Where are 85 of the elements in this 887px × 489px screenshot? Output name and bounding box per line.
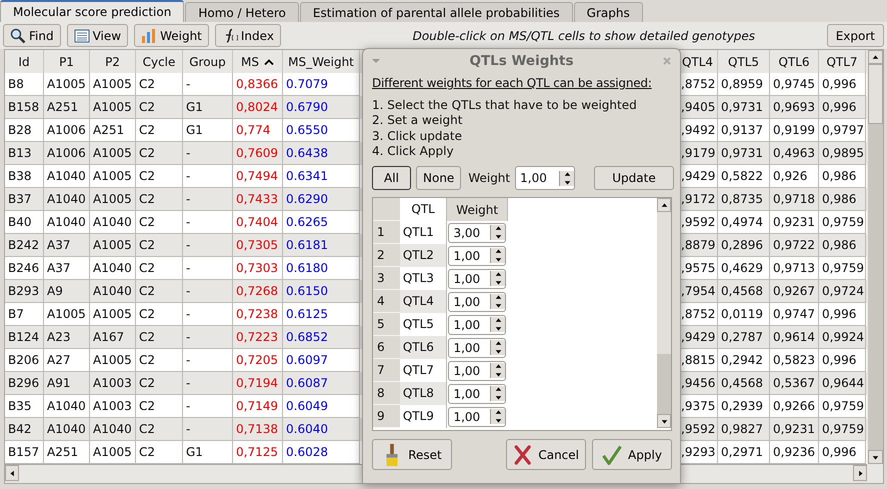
toolbar-button[interactable]: Index xyxy=(214,24,281,47)
dialog-title: QTLs Weights xyxy=(468,53,574,69)
hint-text: Double-click on MS/QTL cells to show detailed genotypes xyxy=(412,28,756,42)
right-arrow-icon xyxy=(856,470,864,476)
instruction-step: 4. Click Apply xyxy=(372,144,674,160)
row-number: 2 xyxy=(373,244,400,268)
select-button[interactable]: None xyxy=(416,166,462,190)
list-icon xyxy=(74,28,90,44)
scrollbar-thumb[interactable] xyxy=(657,354,671,414)
down-arrow-icon xyxy=(872,454,879,460)
weight-label: Weight xyxy=(468,171,510,186)
up-arrow-icon xyxy=(494,248,502,256)
tab[interactable]: Homo / Hetero xyxy=(185,2,299,22)
row-number: 8 xyxy=(373,382,400,406)
row-number: 6 xyxy=(373,336,400,360)
instruction-step: 2. Set a weight xyxy=(372,113,674,129)
up-arrow-icon xyxy=(494,225,502,232)
select-button[interactable]: All xyxy=(372,166,411,190)
down-arrow-icon xyxy=(494,394,502,402)
instruction-step: 3. Click update xyxy=(372,128,674,144)
down-arrow-icon xyxy=(494,279,502,286)
up-arrow-icon xyxy=(494,363,502,370)
down-arrow-icon xyxy=(494,348,502,356)
cross-icon xyxy=(513,442,532,467)
weight-spinbox[interactable]: 1,00 xyxy=(448,338,506,358)
tab[interactable]: Graphs xyxy=(574,2,643,22)
up-arrow-icon xyxy=(872,54,879,60)
down-arrow-icon xyxy=(494,325,502,332)
tab[interactable]: Estimation of parental allele probabilities xyxy=(300,2,573,22)
weight-spinbox[interactable]: 1,00 xyxy=(448,268,506,289)
row-number: 7 xyxy=(373,359,400,382)
search-icon xyxy=(10,28,26,44)
tab[interactable]: Molecular score prediction xyxy=(0,0,184,22)
scrollbar-thumb[interactable] xyxy=(868,64,883,124)
up-arrow-icon xyxy=(494,317,502,324)
up-arrow-icon xyxy=(494,340,502,348)
column-header[interactable]: QTL xyxy=(400,198,448,222)
vertical-scrollbar[interactable] xyxy=(657,198,671,428)
row-number: 9 xyxy=(373,405,400,428)
reset-button[interactable]: Reset xyxy=(372,439,452,470)
intro-text: Different weights for each QTL can be assigned: xyxy=(372,75,653,91)
down-arrow-icon xyxy=(660,418,668,425)
weight-spinbox[interactable]: 1,00 xyxy=(448,384,506,404)
row-number: 4 xyxy=(373,290,400,314)
qtl-cell: QTL2 xyxy=(400,244,448,268)
up-arrow-icon xyxy=(494,386,502,394)
instruction-step: 1. Select the QTLs that have to be weighted xyxy=(372,98,674,114)
sort-ascending-icon xyxy=(264,58,274,64)
down-arrow-icon xyxy=(494,417,502,424)
up-arrow-icon xyxy=(494,271,502,278)
row-number: 1 xyxy=(373,221,400,244)
weight-spinbox[interactable]: 1,00 xyxy=(448,246,506,266)
row-number: 5 xyxy=(373,313,400,336)
qtl-cell: QTL6 xyxy=(400,336,448,360)
row-number: 3 xyxy=(373,267,400,290)
up-arrow-icon xyxy=(660,202,668,209)
cancel-button[interactable]: Cancel xyxy=(506,439,586,470)
export-button[interactable]: Export xyxy=(826,24,884,47)
down-arrow-icon xyxy=(494,256,502,264)
toolbar-button[interactable]: Weight xyxy=(134,24,209,47)
weight-spinbox[interactable]: 1,00 xyxy=(448,292,506,312)
left-arrow-icon xyxy=(8,470,16,476)
down-arrow-icon xyxy=(494,233,502,240)
weight-spinbox[interactable]: 1,00 xyxy=(448,406,506,427)
down-arrow-icon xyxy=(494,302,502,310)
qtl-cell: QTL8 xyxy=(400,382,448,406)
weight-spinbox[interactable]: 1,00 xyxy=(448,314,506,335)
close-icon[interactable] xyxy=(662,56,672,66)
down-arrow-icon xyxy=(564,178,571,186)
weight-spinbox[interactable]: 1,00 xyxy=(448,360,506,381)
toolbar-button[interactable]: View xyxy=(66,24,128,47)
down-arrow-icon xyxy=(494,371,502,378)
window-menu-icon[interactable] xyxy=(371,58,381,64)
qtl-cell: QTL4 xyxy=(400,290,448,314)
toolbar-button[interactable]: Find xyxy=(3,24,61,47)
checkmark-icon xyxy=(602,442,622,467)
vertical-scrollbar[interactable] xyxy=(868,50,883,464)
weight-spinbox[interactable]: 3,00 xyxy=(448,222,506,243)
bar-chart-icon xyxy=(141,28,158,44)
update-button[interactable]: Update xyxy=(594,166,674,190)
up-arrow-icon xyxy=(494,409,502,416)
up-arrow-icon xyxy=(564,170,571,178)
up-arrow-icon xyxy=(494,294,502,302)
apply-button[interactable]: Apply xyxy=(592,439,672,470)
weight-spinbox[interactable]: 1,00 xyxy=(515,166,576,190)
